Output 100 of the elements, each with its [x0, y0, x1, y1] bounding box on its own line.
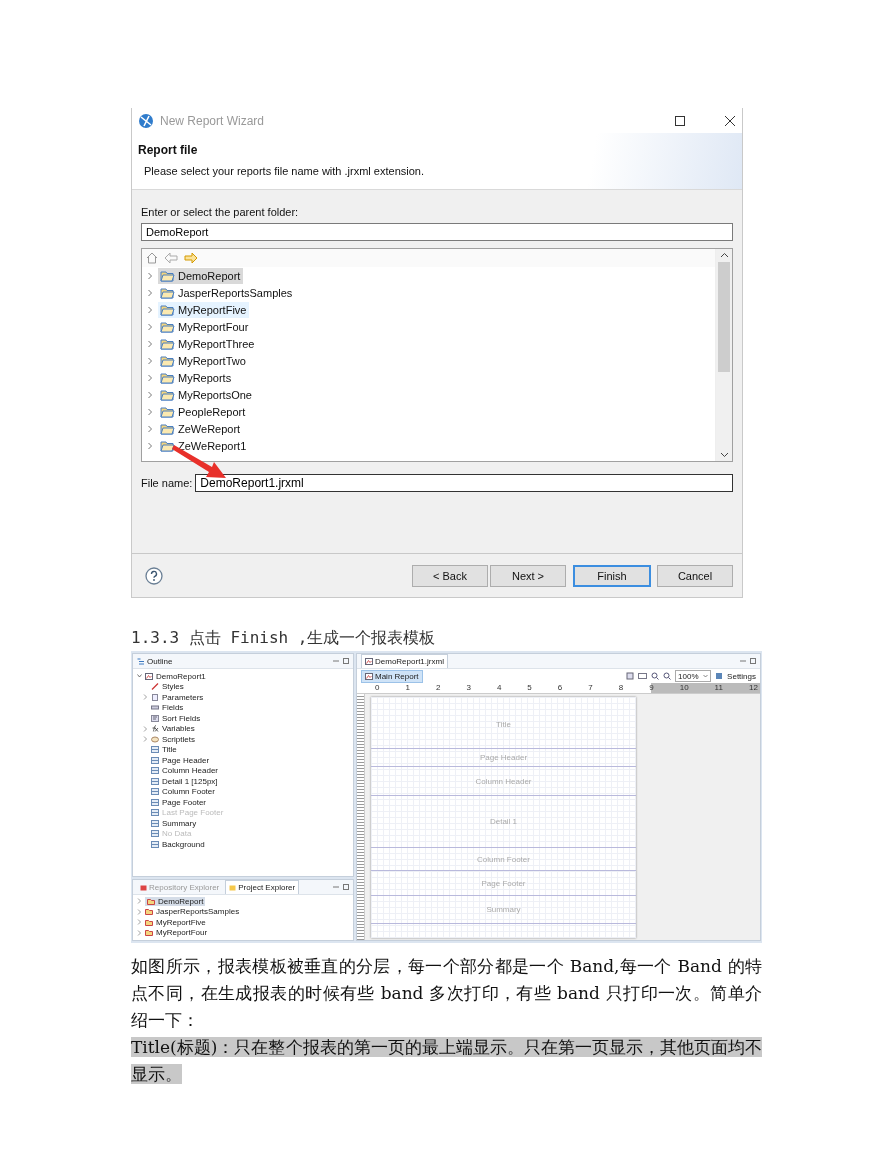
- ruler-number: 11: [714, 683, 723, 693]
- project-item[interactable]: JasperReportsSamples: [145, 907, 240, 917]
- export-icon[interactable]: [626, 672, 635, 680]
- zoom-field[interactable]: 100%: [675, 670, 712, 682]
- folder-icon: [160, 303, 175, 316]
- tree-item[interactable]: Scriptlets: [162, 734, 195, 744]
- project-item[interactable]: DemoReport: [145, 896, 206, 906]
- folder-icon: [160, 269, 175, 282]
- tree-item[interactable]: Sort Fields: [162, 713, 201, 723]
- help-icon[interactable]: [145, 566, 163, 585]
- main-report-button[interactable]: Main Report: [361, 669, 423, 683]
- project-item[interactable]: MyReportFive: [145, 917, 206, 927]
- window-title: New Report Wizard: [160, 113, 266, 128]
- ruler-number: 8: [618, 683, 624, 693]
- home-icon[interactable]: [146, 252, 158, 264]
- folder-item[interactable]: MyReportThree: [158, 335, 258, 352]
- minimize-icon[interactable]: [333, 658, 339, 664]
- tree-item[interactable]: Detail 1 [125px]: [162, 776, 218, 786]
- expand-icon[interactable]: [143, 694, 148, 701]
- forward-arrow-icon[interactable]: [184, 252, 198, 264]
- project-explorer-icon: [229, 884, 237, 891]
- minimize-icon[interactable]: [333, 884, 339, 890]
- folder-item[interactable]: MyReportFour: [158, 318, 252, 335]
- folder-item[interactable]: ZeWeReport1: [158, 437, 250, 454]
- ruler-number: 3: [466, 683, 471, 693]
- folder-item[interactable]: DemoReport: [158, 267, 244, 284]
- page-heading: Report file: [138, 143, 199, 157]
- band-icon: [151, 840, 159, 848]
- band-icon: [151, 819, 159, 827]
- tree-item[interactable]: DemoReport1: [156, 671, 206, 681]
- tree-item[interactable]: Styles: [162, 682, 184, 692]
- project-item[interactable]: MyReportFour: [145, 928, 208, 938]
- band-label: Detail 1: [489, 817, 518, 826]
- settings-icon[interactable]: [715, 672, 724, 680]
- zoom-in-icon[interactable]: [651, 672, 660, 680]
- folder-item[interactable]: MyReportFive: [158, 301, 250, 318]
- report-icon: [365, 658, 373, 665]
- highlighted-paragraph: Title(标题)：只在整个报表的第一页的最上端显示。只在第一页显示，其他页面均不显示。: [131, 1036, 762, 1086]
- tree-item[interactable]: Title: [162, 745, 177, 755]
- band-icon: [151, 809, 159, 817]
- dropdown-icon[interactable]: [703, 674, 709, 678]
- folder-item[interactable]: JasperReportsSamples: [158, 284, 296, 301]
- folder-icon: [160, 354, 175, 367]
- repository-icon: [140, 883, 147, 891]
- file-name-field[interactable]: DemoReport1.jrxml: [195, 474, 733, 492]
- page-description: Please select your reports file name with .jrxml extension.: [144, 165, 425, 177]
- folder-item[interactable]: MyReportTwo: [158, 352, 249, 369]
- file-name-label: File name:: [141, 477, 193, 489]
- scriptlets-icon: [151, 735, 159, 743]
- band-label: Summary: [486, 905, 521, 914]
- collapse-icon[interactable]: [137, 673, 142, 680]
- zoom-out-icon[interactable]: [663, 672, 672, 680]
- close-icon[interactable]: [724, 114, 736, 127]
- editor-tab[interactable]: DemoReport1.jrxml: [361, 654, 448, 668]
- ruler-number: 7: [588, 683, 593, 693]
- band-icon: [151, 756, 159, 764]
- wizard-button[interactable]: Next >: [490, 564, 566, 587]
- ruler-number: 2: [435, 683, 441, 693]
- minimize-icon[interactable]: [740, 658, 746, 664]
- tree-item[interactable]: Background: [162, 839, 205, 849]
- panel-tab[interactable]: Project Explorer: [225, 880, 300, 894]
- folder-icon: [160, 422, 175, 435]
- variables-icon: [151, 725, 159, 733]
- folder-icon: [160, 405, 175, 418]
- folder-field[interactable]: DemoReport: [141, 223, 733, 241]
- folder-item[interactable]: MyReports: [158, 369, 235, 386]
- settings-button[interactable]: Settings: [727, 671, 756, 681]
- folder-item[interactable]: ZeWeReport: [158, 420, 244, 437]
- layout-icon[interactable]: [638, 672, 648, 680]
- folder-icon: [160, 371, 175, 384]
- paragraph: 如图所示，报表模板被垂直的分层，每一个部分都是一个 Band,每一个 Band 的特点不同，在生成报表的时候有些 band 多次打印，有些 band 只打印一次。简单介绍一下：: [131, 955, 762, 1032]
- ruler-number: 0: [375, 683, 380, 693]
- scroll-thumb[interactable]: [718, 262, 730, 372]
- maximize-icon[interactable]: [674, 114, 686, 127]
- tree-item[interactable]: Variables: [162, 724, 195, 734]
- folder-item[interactable]: PeopleReport: [158, 403, 249, 420]
- folder-tree[interactable]: DemoReport JasperReportsSamples MyReportFive MyReportFour MyReportThree MyReportTwo MyReports MyReportsOne PeopleReport ZeWeReport ZeWeReport1: [141, 248, 733, 462]
- ruler-number: 5: [527, 683, 532, 693]
- sort-icon: [151, 714, 159, 722]
- app-icon: [138, 112, 154, 129]
- band-icon: [151, 767, 159, 775]
- panel-title[interactable]: Outline: [147, 656, 173, 666]
- tree-item[interactable]: Page Header: [162, 755, 210, 765]
- outline-icon: [137, 657, 144, 665]
- tree-item[interactable]: Column Footer: [162, 787, 215, 797]
- wizard-button[interactable]: < Back: [412, 564, 488, 587]
- scrollbar[interactable]: [715, 249, 732, 461]
- finish-button[interactable]: Finish: [573, 564, 651, 587]
- folder-item[interactable]: MyReportsOne: [158, 386, 255, 403]
- ruler-number: 6: [557, 683, 563, 693]
- tree-item[interactable]: Page Footer: [162, 797, 207, 807]
- tree-item[interactable]: Fields: [162, 703, 184, 713]
- ruler-number: 1: [405, 683, 410, 693]
- tree-item[interactable]: Summary: [162, 818, 197, 828]
- wizard-button[interactable]: Cancel: [657, 564, 733, 587]
- tree-item[interactable]: Parameters: [162, 692, 204, 702]
- ruler-number: 4: [496, 683, 502, 693]
- folder-icon: [160, 320, 175, 333]
- back-arrow-icon[interactable]: [164, 252, 178, 264]
- tree-item[interactable]: Column Header: [162, 766, 219, 776]
